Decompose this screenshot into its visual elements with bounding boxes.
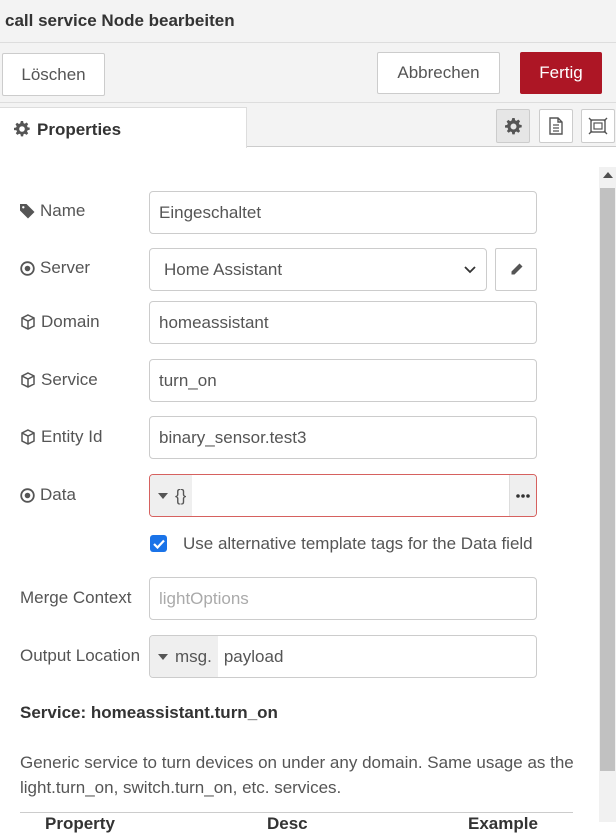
data-label-row: Data [20, 485, 76, 505]
data-label: Data [40, 485, 76, 504]
delete-button[interactable]: Löschen [2, 53, 105, 96]
cube-icon [21, 372, 35, 388]
server-label: Server [40, 258, 91, 277]
entity-id-input[interactable]: binary_sensor.test3 [149, 416, 537, 459]
pencil-icon [511, 263, 522, 275]
column-header-desc: Desc [267, 814, 308, 833]
output-type-selector[interactable]: msg. [150, 636, 218, 677]
merge-context-placeholder: lightOptions [159, 588, 249, 608]
gear-icon [504, 117, 522, 134]
service-info-title: Service: homeassistant.turn_on [20, 703, 278, 722]
name-label-row: Name [20, 201, 85, 221]
expand-editor-button[interactable] [509, 475, 536, 516]
ellipsis-icon [516, 493, 530, 498]
caret-down-icon [158, 492, 168, 499]
alt-template-checkbox[interactable] [150, 535, 167, 552]
tab-divider [247, 146, 616, 147]
entity-value: binary_sensor.test3 [159, 427, 307, 447]
dot-circle-icon [20, 487, 35, 503]
tab-properties[interactable]: Properties [0, 107, 247, 148]
entity-label-row: Entity Id [20, 427, 102, 447]
column-header-property: Property [45, 814, 115, 833]
cube-icon [21, 429, 35, 445]
domain-value: homeassistant [159, 312, 269, 332]
output-location-input[interactable]: msg. payload [149, 635, 537, 678]
data-typed-input[interactable]: {} [149, 474, 537, 517]
name-input[interactable]: Eingeschaltet [149, 191, 537, 234]
server-value: Home Assistant [164, 259, 283, 279]
dialog-actionbar: Löschen Abbrechen Fertig [0, 43, 616, 103]
checkmark-icon [152, 539, 165, 549]
server-label-row: Server [20, 258, 90, 278]
edit-server-button[interactable] [495, 248, 537, 291]
service-input[interactable]: turn_on [149, 359, 537, 402]
appearance-tab-button[interactable] [581, 109, 615, 143]
dialog-titlebar: call service Node bearbeiten [0, 0, 616, 43]
dot-circle-icon [20, 260, 35, 276]
service-label-row: Service [20, 370, 98, 390]
node-settings-tab-button[interactable] [496, 109, 530, 143]
output-value: payload [223, 646, 284, 666]
done-button[interactable]: Fertig [520, 52, 602, 94]
domain-label-row: Domain [20, 312, 100, 332]
cube-icon [21, 314, 35, 330]
scrollbar-thumb[interactable] [600, 188, 615, 771]
cancel-button[interactable]: Abbrechen [377, 52, 500, 94]
service-label: Service [41, 370, 98, 389]
domain-label: Domain [41, 312, 100, 331]
caret-down-icon [158, 653, 168, 660]
output-label-row: Output Location [20, 646, 140, 666]
scroll-up-arrow[interactable] [603, 172, 613, 178]
entity-label: Entity Id [41, 427, 103, 446]
tab-properties-label: Properties [37, 120, 122, 139]
merge-context-label: Merge Context [20, 588, 132, 607]
name-label: Name [40, 201, 86, 220]
server-select[interactable]: Home Assistant [149, 248, 487, 291]
tag-icon [20, 203, 35, 218]
description-tab-button[interactable] [539, 109, 573, 143]
name-value: Eingeschaltet [159, 202, 262, 222]
appearance-icon [588, 117, 608, 135]
table-divider [20, 812, 573, 813]
alt-template-label: Use alternative template tags for the Da… [183, 534, 533, 553]
data-type-selector[interactable]: {} [150, 475, 193, 516]
service-info-description: Generic service to turn devices on under… [20, 753, 574, 797]
output-type-label: msg. [175, 646, 212, 666]
output-location-label: Output Location [20, 646, 141, 665]
merge-label-row: Merge Context [20, 588, 132, 608]
chevron-down-icon [464, 265, 476, 273]
merge-context-input[interactable]: lightOptions [149, 577, 537, 620]
description-icon [549, 117, 563, 135]
column-header-example: Example [468, 814, 538, 833]
service-value: turn_on [159, 370, 217, 390]
domain-input[interactable]: homeassistant [149, 301, 537, 344]
dialog-title: call service Node bearbeiten [5, 11, 235, 30]
data-type-label: {} [175, 485, 187, 505]
gear-icon [14, 121, 30, 142]
